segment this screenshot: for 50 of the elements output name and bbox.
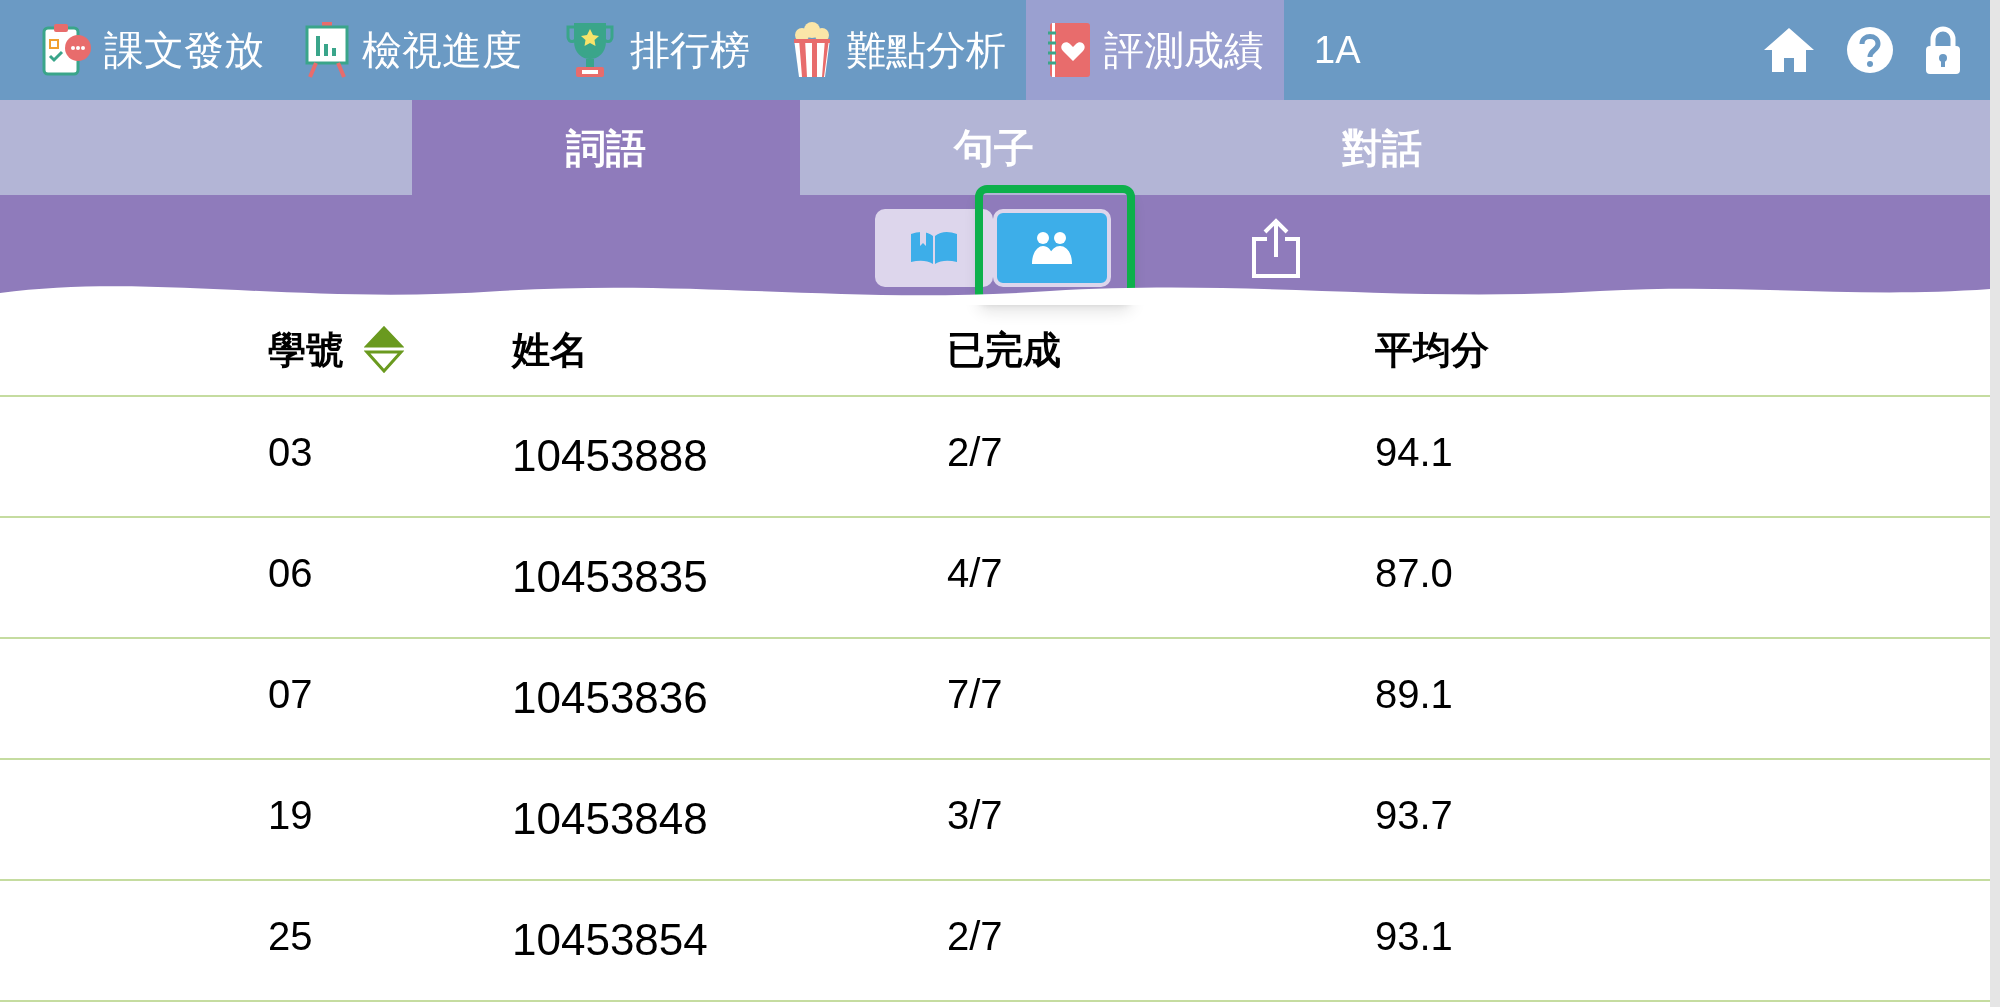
nav-tab-label: 課文發放 <box>104 26 264 75</box>
column-header: 姓名 <box>512 326 588 374</box>
nav-tab-label: 檢視進度 <box>362 26 522 75</box>
table-cell: 10453848 <box>512 793 708 843</box>
home-icon[interactable] <box>1762 26 1816 74</box>
table-cell: 93.7 <box>1375 792 1453 837</box>
table-cell: 10453854 <box>512 914 708 964</box>
share-icon[interactable] <box>1251 216 1301 279</box>
nav-tab[interactable]: 評測成績 <box>1026 0 1284 100</box>
table-cell: 87.0 <box>1375 550 1453 595</box>
nav-tab-label: 難點分析 <box>846 26 1006 75</box>
nav-tab[interactable]: 難點分析 <box>770 0 1026 100</box>
table-cell: 03 <box>268 429 313 474</box>
table-cell: 4/7 <box>947 550 1003 595</box>
category-tab[interactable]: 詞語 <box>412 100 800 195</box>
table-cell: 07 <box>268 671 313 716</box>
nav-tab[interactable]: 排行榜 <box>542 0 770 100</box>
column-header: 已完成 <box>947 326 1061 374</box>
table-cell: 06 <box>268 550 313 595</box>
table-cell: 2/7 <box>947 913 1003 958</box>
sort-icon[interactable] <box>364 326 404 374</box>
table-cell: 19 <box>268 792 313 837</box>
table-cell: 89.1 <box>1375 671 1453 716</box>
nav-tab-label: 排行榜 <box>630 26 750 75</box>
notebook-heart-icon <box>1046 21 1092 79</box>
table-cell: 3/7 <box>947 792 1003 837</box>
table-cell: 25 <box>268 913 313 958</box>
column-header: 平均分 <box>1375 326 1489 374</box>
table-cell: 10453835 <box>512 551 708 601</box>
column-header[interactable]: 學號 <box>268 321 344 379</box>
help-icon[interactable] <box>1846 26 1894 74</box>
nav-tab[interactable]: 檢視進度 <box>284 0 542 100</box>
table-cell: 10453836 <box>512 672 708 722</box>
class-label: 1A <box>1314 27 1361 73</box>
people-icon <box>1030 229 1074 266</box>
nav-tab-label: 評測成績 <box>1104 26 1264 75</box>
category-tab[interactable]: 對話 <box>1188 100 1576 195</box>
table-cell: 93.1 <box>1375 913 1453 958</box>
view-toggle-button[interactable] <box>993 208 1111 287</box>
lock-icon[interactable] <box>1924 25 1962 75</box>
view-toggle-button[interactable] <box>875 208 993 287</box>
clipboard-chat-icon <box>40 22 92 78</box>
category-tab[interactable]: 句子 <box>800 100 1188 195</box>
table-cell: 10453888 <box>512 430 708 480</box>
table-cell: 94.1 <box>1375 429 1453 474</box>
chart-easel-icon <box>304 22 350 78</box>
table-cell: 7/7 <box>947 671 1003 716</box>
nav-tab[interactable]: 課文發放 <box>20 0 284 100</box>
open-book-icon <box>909 229 959 266</box>
table-cell: 2/7 <box>947 429 1003 474</box>
